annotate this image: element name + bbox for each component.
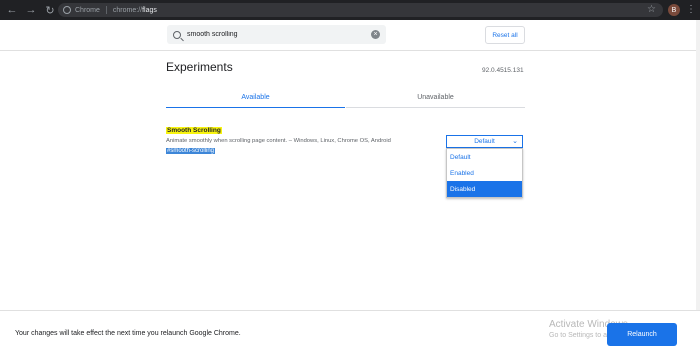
- select-value: Default: [474, 138, 495, 145]
- address-url[interactable]: chrome://flags: [113, 7, 157, 14]
- bookmark-star-icon[interactable]: ☆: [647, 4, 656, 16]
- relaunch-button[interactable]: Relaunch: [607, 323, 677, 346]
- reload-icon[interactable]: ↻: [43, 3, 57, 17]
- tab-available[interactable]: Available: [166, 87, 345, 108]
- url-scheme: chrome://: [112, 6, 143, 14]
- option-enabled[interactable]: Enabled: [447, 165, 522, 181]
- profile-avatar[interactable]: B: [668, 4, 680, 16]
- clear-search-icon[interactable]: ×: [371, 30, 380, 39]
- address-bar[interactable]: Chrome chrome://flags: [58, 3, 663, 17]
- header-divider: [0, 50, 700, 51]
- select-dropdown: Default Enabled Disabled: [446, 148, 523, 198]
- chrome-icon: [63, 6, 71, 14]
- tab-bar: Available Unavailable: [166, 87, 525, 108]
- scrollbar[interactable]: [696, 20, 700, 310]
- flags-search-box: ×: [167, 25, 386, 44]
- relaunch-bar: Your changes will take effect the next t…: [0, 310, 700, 357]
- experiment-permalink[interactable]: #smooth-scrolling: [166, 148, 216, 154]
- experiment-title: Smooth Scrolling: [166, 127, 222, 134]
- browser-toolbar: ← → ↻ Chrome chrome://flags ☆ B ⋮: [0, 0, 700, 20]
- relaunch-message: Your changes will take effect the next t…: [15, 330, 241, 337]
- search-icon: [173, 30, 181, 39]
- back-arrow-icon[interactable]: ←: [5, 3, 19, 17]
- kebab-menu-icon[interactable]: ⋮: [686, 4, 696, 16]
- reset-all-button[interactable]: Reset all: [485, 26, 525, 44]
- tab-unavailable[interactable]: Unavailable: [346, 87, 525, 108]
- version-label: 92.0.4515.131: [482, 67, 524, 74]
- search-input[interactable]: [187, 31, 367, 38]
- option-disabled[interactable]: Disabled: [447, 181, 522, 197]
- url-path: flags: [142, 6, 157, 14]
- experiment-select[interactable]: Default ⌄: [446, 135, 523, 148]
- address-chip-label: Chrome: [75, 6, 100, 14]
- chevron-down-icon: ⌄: [512, 138, 518, 145]
- option-default[interactable]: Default: [447, 149, 522, 165]
- forward-arrow-icon[interactable]: →: [24, 3, 38, 17]
- experiment-description: Animate smoothly when scrolling page con…: [166, 138, 391, 144]
- address-separator: [105, 6, 107, 14]
- page-title: Experiments: [166, 60, 233, 74]
